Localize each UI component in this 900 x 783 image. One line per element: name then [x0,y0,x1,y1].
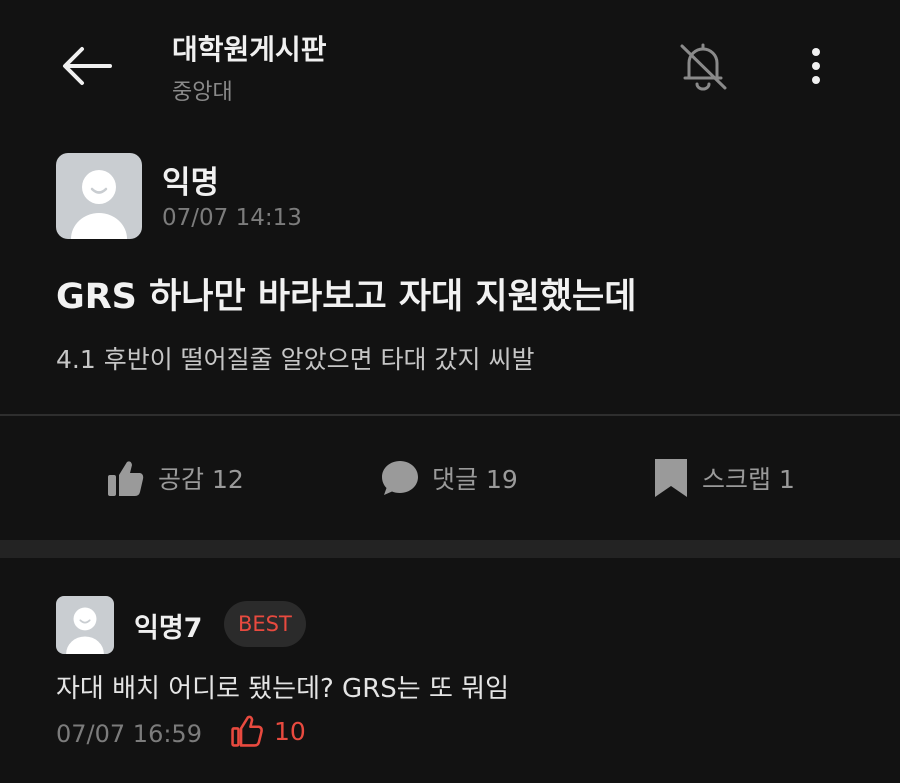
more-vertical-icon [812,48,820,84]
comment-avatar[interactable] [56,596,114,654]
notification-toggle-button[interactable] [672,36,734,96]
speech-bubble-icon [382,461,418,495]
post-author-name: 익명 [162,165,220,201]
back-button[interactable] [56,38,116,94]
comment-timestamp: 07/07 16:59 [56,720,202,748]
back-arrow-icon [63,47,112,85]
anonymous-avatar-icon [71,170,127,239]
comment-text: 자대 배치 어디로 됐는데? GRS는 또 뭐임 [56,674,509,704]
comment-like-count: 10 [274,716,306,746]
comment-button[interactable]: 댓글 19 [380,452,518,504]
avatar[interactable] [56,153,142,239]
scrap-button[interactable]: 스크랩 1 [652,452,795,504]
best-badge: BEST [224,601,306,647]
comment-like-button[interactable]: 10 [230,714,306,748]
anonymous-avatar-icon [66,607,104,654]
section-divider [0,540,900,558]
comment-count-label: 댓글 19 [432,465,518,494]
more-options-button[interactable] [796,40,836,92]
bell-off-icon [680,43,727,91]
comment-item: 익명7 BEST 자대 배치 어디로 됐는데? GRS는 또 뭐임 07/07 … [56,596,856,756]
app-header: 대학원게시판 중앙대 [0,0,900,130]
like-count-label: 공감 12 [158,465,244,494]
post-body: 4.1 후반이 떨어질줄 알았으면 타대 갔지 씨발 [56,345,535,374]
board-title: 대학원게시판 [172,33,327,66]
scrap-count-label: 스크랩 1 [702,465,795,494]
post-title: GRS 하나만 바라보고 자대 지원했는데 [56,277,637,317]
bookmark-icon [655,459,687,497]
board-school: 중앙대 [172,80,233,105]
thumbs-up-outline-icon [231,715,263,747]
thumbs-up-icon [108,461,144,496]
comment-author-name: 익명7 [134,613,203,644]
divider [0,414,900,416]
post-timestamp: 07/07 14:13 [162,205,302,231]
post-author-row: 익명 07/07 14:13 [56,153,456,239]
like-button[interactable]: 공감 12 [106,452,244,504]
